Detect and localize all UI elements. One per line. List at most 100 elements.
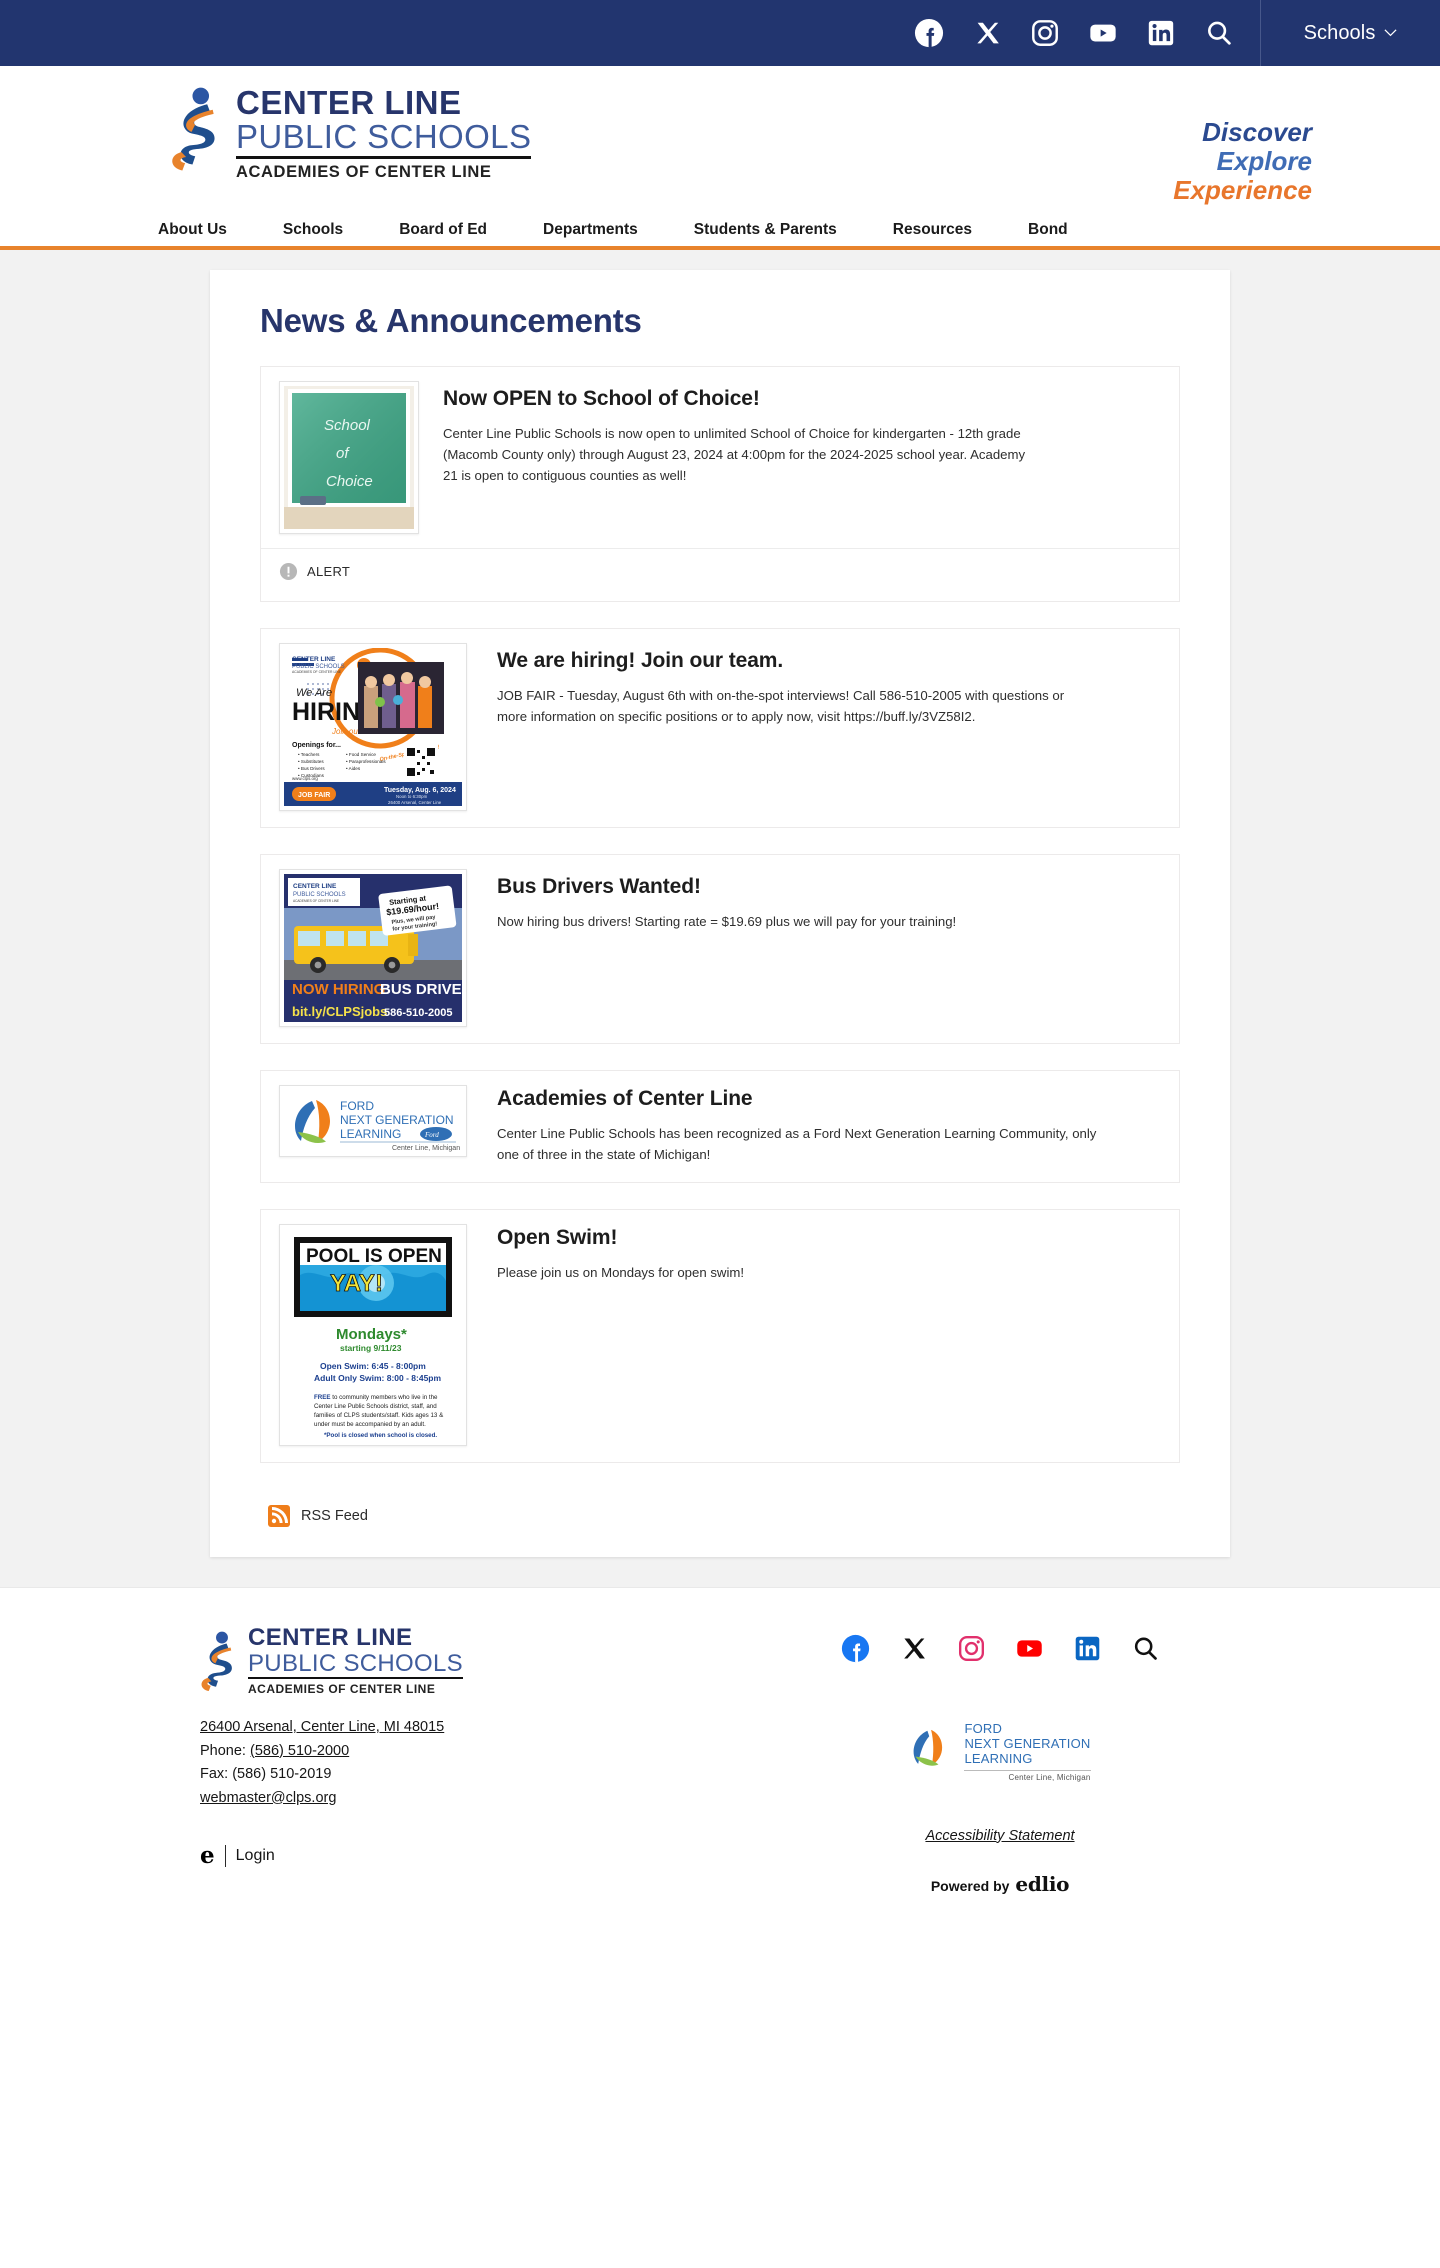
accessibility-statement-link[interactable]: Accessibility Statement bbox=[925, 1828, 1074, 1844]
rss-feed-link[interactable]: RSS Feed bbox=[260, 1489, 1180, 1531]
nav-item-about-us[interactable]: About Us bbox=[158, 221, 227, 239]
svg-text:• Teachers: • Teachers bbox=[298, 752, 320, 757]
svg-text:Adult Only Swim: 8:00 - 8:45p: Adult Only Swim: 8:00 - 8:45pm bbox=[314, 1373, 441, 1383]
svg-text:Mondays*: Mondays* bbox=[336, 1326, 407, 1343]
site-footer: CENTER LINE PUBLIC SCHOOLS ACADEMIES OF … bbox=[0, 1586, 1440, 1977]
clps-logo-mark-icon bbox=[201, 1631, 232, 1691]
edlio-logo-icon: e bbox=[200, 1842, 215, 1870]
footer-logo-line-1: CENTER LINE bbox=[248, 1623, 413, 1651]
footer-email-link[interactable]: webmaster@clps.org bbox=[200, 1790, 336, 1806]
news-item[interactable]: CENTER LINE PUBLIC SCHOOLS ACADEMIES OF … bbox=[260, 628, 1180, 828]
news-item[interactable]: POOL IS OPEN YAY! Mondays* starting 9/11… bbox=[260, 1208, 1180, 1463]
tagline-explore: Explore bbox=[1216, 146, 1312, 177]
news-description: Please join us on Mondays for open swim! bbox=[497, 1264, 745, 1280]
news-description: JOB FAIR - Tuesday, August 6th with on-t… bbox=[497, 688, 1065, 724]
x-twitter-icon[interactable] bbox=[972, 18, 1002, 48]
nav-item-bond[interactable]: Bond bbox=[1028, 221, 1068, 239]
news-thumbnail[interactable]: FORD NEXT GENERATION LEARNING Ford Cente… bbox=[279, 1085, 467, 1157]
tagline-discover: Discover bbox=[1202, 117, 1312, 147]
powered-by-edlio[interactable]: Powered by edlio bbox=[931, 1872, 1070, 1896]
svg-text:LEARNING: LEARNING bbox=[340, 1127, 401, 1141]
footer-contact-info: 26400 Arsenal, Center Line, MI 48015 Pho… bbox=[200, 1716, 680, 1810]
svg-text:Tuesday, Aug. 6, 2024: Tuesday, Aug. 6, 2024 bbox=[384, 787, 456, 794]
instagram-icon[interactable] bbox=[1030, 18, 1060, 48]
svg-text:www.clps.org: www.clps.org bbox=[292, 776, 318, 781]
linkedin-icon[interactable] bbox=[1073, 1634, 1102, 1663]
svg-text:PUBLIC SCHOOLS: PUBLIC SCHOOLS bbox=[293, 892, 346, 898]
tagline-experience: Experience bbox=[1173, 175, 1312, 206]
chevron-down-icon bbox=[1384, 29, 1397, 37]
news-thumbnail[interactable]: POOL IS OPEN YAY! Mondays* starting 9/11… bbox=[279, 1223, 467, 1446]
svg-text:Ford: Ford bbox=[424, 1131, 439, 1139]
news-description: Now hiring bus drivers! Starting rate = … bbox=[497, 914, 957, 929]
news-alert-label: ALERT bbox=[307, 564, 351, 579]
page-background: News & Announcements School of Choice No… bbox=[0, 250, 1440, 1587]
logo-line-3: ACADEMIES OF CENTER LINE bbox=[236, 163, 492, 182]
news-item[interactable]: CENTER LINE PUBLIC SCHOOLS ACADEMIES OF … bbox=[260, 854, 1180, 1044]
svg-text:BUS DRIVERS: BUS DRIVERS bbox=[380, 981, 462, 998]
site-logo-text: CENTER LINE PUBLIC SCHOOLS ACADEMIES OF … bbox=[236, 80, 532, 182]
site-logo[interactable]: CENTER LINE PUBLIC SCHOOLS ACADEMIES OF … bbox=[170, 80, 532, 182]
nav-item-resources[interactable]: Resources bbox=[893, 221, 972, 239]
header-tagline: Discover Explore Experience bbox=[1173, 117, 1312, 206]
footer-fax: Fax: (586) 510-2019 bbox=[200, 1766, 332, 1783]
ford-next-generation-learning-logo-icon: FORD NEXT GENERATION LEARNING Ford Cente… bbox=[284, 1090, 462, 1152]
facebook-icon[interactable] bbox=[914, 18, 944, 48]
svg-text:under must be accompanied by a: under must be accompanied by an adult. bbox=[314, 1421, 426, 1428]
facebook-icon[interactable] bbox=[841, 1634, 870, 1663]
svg-text:Center Line Public Schools dis: Center Line Public Schools district, sta… bbox=[314, 1403, 437, 1410]
footer-logo-line-2: PUBLIC SCHOOLS bbox=[248, 1650, 463, 1680]
footer-ford-ngl-logo[interactable]: FORD NEXT GENERATION LEARNING Center Lin… bbox=[909, 1720, 1091, 1782]
news-title[interactable]: Open Swim! bbox=[497, 1226, 1161, 1250]
svg-text:Center Line, Michigan: Center Line, Michigan bbox=[392, 1145, 460, 1152]
edlio-login-row[interactable]: e Login bbox=[200, 1844, 680, 1867]
search-icon[interactable] bbox=[1204, 18, 1234, 48]
footer-right-column: FORD NEXT GENERATION LEARNING Center Lin… bbox=[680, 1626, 1320, 1896]
svg-text:• Substitutes: • Substitutes bbox=[298, 759, 324, 764]
news-alert-strip: ALERT bbox=[261, 548, 1179, 585]
svg-text:NEXT GENERATION: NEXT GENERATION bbox=[340, 1113, 454, 1127]
login-link[interactable]: Login bbox=[236, 1847, 275, 1865]
svg-text:YAY!: YAY! bbox=[330, 1270, 383, 1297]
youtube-icon[interactable] bbox=[1015, 1634, 1044, 1663]
pool-is-open-flyer-icon: POOL IS OPEN YAY! Mondays* starting 9/11… bbox=[284, 1228, 462, 1441]
news-title[interactable]: Academies of Center Line bbox=[497, 1087, 1161, 1111]
news-title[interactable]: Now OPEN to School of Choice! bbox=[443, 387, 1161, 411]
footer-logo-line-3: ACADEMIES OF CENTER LINE bbox=[248, 1682, 436, 1697]
alert-icon bbox=[279, 562, 298, 581]
news-thumbnail[interactable]: CENTER LINE PUBLIC SCHOOLS ACADEMIES OF … bbox=[279, 643, 467, 811]
svg-text:JOB FAIR: JOB FAIR bbox=[298, 792, 330, 799]
news-title[interactable]: We are hiring! Join our team. bbox=[497, 649, 1161, 673]
nav-item-departments[interactable]: Departments bbox=[543, 221, 638, 239]
news-item[interactable]: FORD NEXT GENERATION LEARNING Ford Cente… bbox=[260, 1070, 1180, 1183]
x-twitter-icon[interactable] bbox=[899, 1634, 928, 1663]
svg-text:*Pool is closed when school is: *Pool is closed when school is closed. bbox=[324, 1432, 437, 1439]
news-thumbnail[interactable]: School of Choice bbox=[279, 381, 419, 534]
svg-text:Openings for...: Openings for... bbox=[292, 742, 341, 749]
clps-logo-mark-icon bbox=[172, 87, 215, 171]
svg-text:starting 9/11/23: starting 9/11/23 bbox=[340, 1343, 402, 1353]
news-title[interactable]: Bus Drivers Wanted! bbox=[497, 875, 1161, 899]
footer-logo[interactable]: CENTER LINE PUBLIC SCHOOLS ACADEMIES OF … bbox=[200, 1623, 680, 1697]
footer-address-link[interactable]: 26400 Arsenal, Center Line, MI 48015 bbox=[200, 1719, 444, 1735]
svg-text:bit.ly/CLPSjobs: bit.ly/CLPSjobs bbox=[292, 1004, 387, 1019]
footer-phone-link[interactable]: (586) 510-2000 bbox=[250, 1743, 349, 1759]
nav-item-students-parents[interactable]: Students & Parents bbox=[694, 221, 837, 239]
svg-text:POOL IS OPEN: POOL IS OPEN bbox=[306, 1246, 442, 1267]
linkedin-icon[interactable] bbox=[1146, 18, 1176, 48]
main-navigation: About Us Schools Board of Ed Departments… bbox=[0, 214, 1440, 250]
news-item[interactable]: School of Choice Now OPEN to School of C… bbox=[260, 366, 1180, 602]
ford-ngl-line-1: FORD bbox=[964, 1720, 1003, 1736]
news-content-card: News & Announcements School of Choice No… bbox=[210, 270, 1230, 1557]
search-icon[interactable] bbox=[1131, 1634, 1160, 1663]
news-thumbnail[interactable]: CENTER LINE PUBLIC SCHOOLS ACADEMIES OF … bbox=[279, 869, 467, 1027]
svg-text:• Bus Drivers: • Bus Drivers bbox=[298, 766, 325, 771]
schools-dropdown-label: Schools bbox=[1303, 21, 1376, 44]
site-header: CENTER LINE PUBLIC SCHOOLS ACADEMIES OF … bbox=[0, 66, 1440, 214]
youtube-icon[interactable] bbox=[1088, 18, 1118, 48]
login-divider bbox=[224, 1844, 226, 1867]
instagram-icon[interactable] bbox=[957, 1634, 986, 1663]
schools-dropdown-button[interactable]: Schools bbox=[1260, 0, 1440, 66]
nav-item-board-of-ed[interactable]: Board of Ed bbox=[399, 221, 487, 239]
nav-item-schools[interactable]: Schools bbox=[283, 221, 343, 239]
